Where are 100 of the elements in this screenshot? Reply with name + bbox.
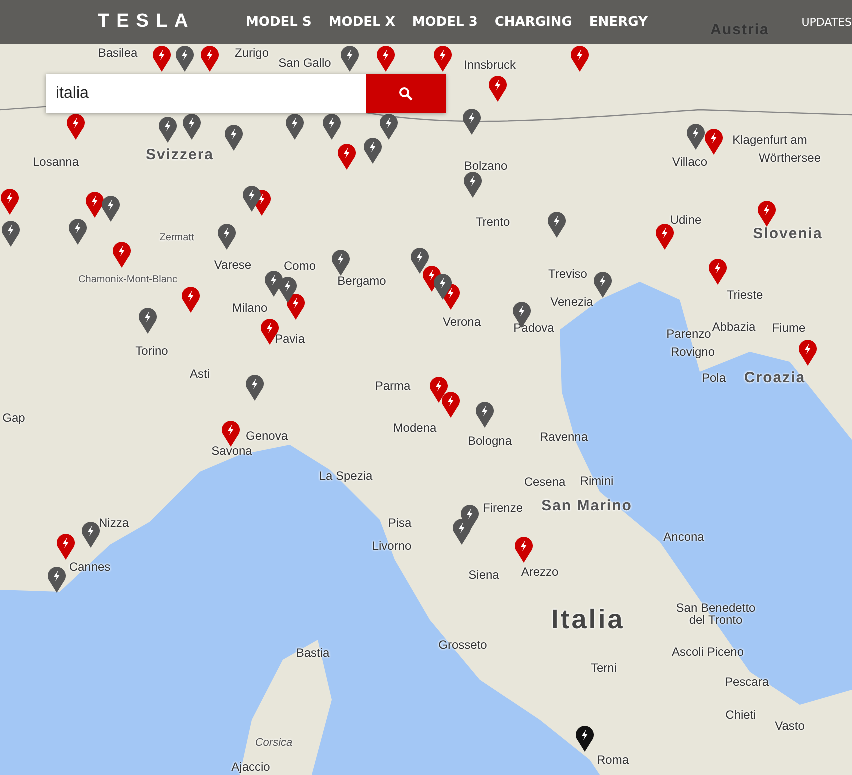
place-label: Abbazia <box>712 320 756 334</box>
search-field[interactable]: italia <box>46 74 366 113</box>
updates-link[interactable]: UPDATES <box>802 16 852 28</box>
country-label: Italia <box>551 604 625 636</box>
place-label: Vasto <box>775 719 805 733</box>
place-label: Pola <box>702 371 726 385</box>
map-pin-icon[interactable] <box>242 185 262 212</box>
place-label: Nizza <box>99 516 129 530</box>
place-label: Bastia <box>296 646 330 660</box>
place-label: Torino <box>136 344 168 358</box>
place-label: Bergamo <box>338 274 386 288</box>
place-label: Bolzano <box>464 159 508 173</box>
nav-link[interactable]: MODEL S <box>246 14 312 30</box>
map-pin-icon[interactable] <box>47 566 67 593</box>
place-label: Trento <box>476 215 510 229</box>
place-label: Corsica <box>255 737 293 749</box>
place-label: Rovigno <box>670 345 716 359</box>
place-label: Gap <box>2 411 26 425</box>
place-label: Genova <box>246 429 288 443</box>
place-label: Pescara <box>724 675 770 689</box>
map-pin-icon[interactable] <box>245 374 265 401</box>
map-pin-icon[interactable] <box>433 273 453 300</box>
country-label: San Marino <box>542 498 632 514</box>
place-label: Verona <box>442 315 482 329</box>
map-pin-icon[interactable] <box>68 218 88 245</box>
nav-link[interactable]: CHARGING <box>494 14 572 30</box>
map-pin-icon[interactable] <box>81 521 101 548</box>
place-label: Siena <box>468 568 500 582</box>
nav-link[interactable]: ENERGY <box>589 14 648 30</box>
place-label: Trieste <box>726 288 764 302</box>
place-label: Innsbruck <box>464 58 516 72</box>
place-label: Venezia <box>550 295 594 309</box>
map-pin-icon[interactable] <box>138 307 158 334</box>
map-pin-icon[interactable] <box>475 401 495 428</box>
place-label: Zermatt <box>160 232 194 244</box>
map-pin-icon[interactable] <box>158 116 178 143</box>
place-label: Grosseto <box>438 638 488 652</box>
map-pin-icon[interactable] <box>85 191 105 218</box>
map-pin-icon[interactable] <box>1 220 21 247</box>
map-pin-icon[interactable] <box>101 195 121 222</box>
place-label: Savona <box>212 444 252 458</box>
map-pin-icon[interactable] <box>66 113 86 140</box>
map-pin-icon[interactable] <box>547 211 567 238</box>
map-pin-icon[interactable] <box>379 113 399 140</box>
map-pin-icon[interactable] <box>224 124 244 151</box>
country-label: Slovenia <box>753 226 823 242</box>
place-label: del Tronto <box>689 613 743 627</box>
map-pin-icon[interactable] <box>182 113 202 140</box>
map-pin-icon[interactable] <box>463 171 483 198</box>
map-pin-icon[interactable] <box>593 271 613 298</box>
map-pin-icon[interactable] <box>285 113 305 140</box>
place-label: Pisa <box>388 516 412 530</box>
place-label: Ascoli Piceno <box>672 645 744 659</box>
place-label: San Benedetto <box>676 601 756 615</box>
place-label: Basilea <box>98 46 138 60</box>
place-label: Roma <box>597 753 629 767</box>
place-label: Parma <box>375 379 411 393</box>
country-label: Croazia <box>744 370 806 386</box>
tesla-logo[interactable]: TESLA <box>98 11 238 33</box>
map-pin-icon[interactable] <box>278 276 298 303</box>
place-label: Klagenfurt am <box>732 133 808 147</box>
place-label: Zurigo <box>235 46 269 60</box>
place-label: Losanna <box>32 155 80 169</box>
place-label: Ajaccio <box>232 760 270 774</box>
place-label: Chieti <box>726 708 756 722</box>
place-label: Milano <box>232 301 268 315</box>
nav-link[interactable]: MODEL 3 <box>412 14 478 30</box>
map-pin-icon[interactable] <box>462 108 482 135</box>
place-label: Cannes <box>69 560 111 574</box>
place-label: Treviso <box>548 267 588 281</box>
country-label: Svizzera <box>146 146 214 164</box>
map-pin-icon[interactable] <box>686 123 706 150</box>
map-pin-icon[interactable] <box>340 45 360 72</box>
nav-link[interactable]: MODEL X <box>328 14 396 30</box>
map-pin-icon[interactable] <box>286 293 306 320</box>
place-label: La Spezia <box>319 469 373 483</box>
place-label: Cesena <box>524 475 566 489</box>
place-label: Fiume <box>772 321 806 335</box>
place-label: Firenze <box>483 501 523 515</box>
map-pin-icon[interactable] <box>331 249 351 276</box>
place-label: Wörthersee <box>758 151 822 165</box>
place-label: Chamonix-Mont-Blanc <box>78 274 178 286</box>
place-label: Como <box>284 259 316 273</box>
map-pin-icon[interactable] <box>217 223 237 250</box>
map-pin-icon[interactable] <box>410 247 430 274</box>
place-label: Arezzo <box>521 565 559 579</box>
place-label: Rimini <box>580 474 614 488</box>
map-pin-icon[interactable] <box>322 113 342 140</box>
map-pin-icon[interactable] <box>363 137 383 164</box>
map-pin-icon[interactable] <box>575 725 595 752</box>
place-label: Livorno <box>372 539 412 553</box>
place-label: Pavia <box>274 332 306 346</box>
place-label: Padova <box>514 321 554 335</box>
map-pin-icon[interactable] <box>452 518 472 545</box>
map-pin-icon[interactable] <box>175 45 195 72</box>
place-label: Parenzo <box>666 327 712 341</box>
place-label: Udine <box>670 213 702 227</box>
place-label: Ancona <box>664 530 704 544</box>
place-label: Modena <box>393 421 437 435</box>
place-label: Villaco <box>672 155 708 169</box>
